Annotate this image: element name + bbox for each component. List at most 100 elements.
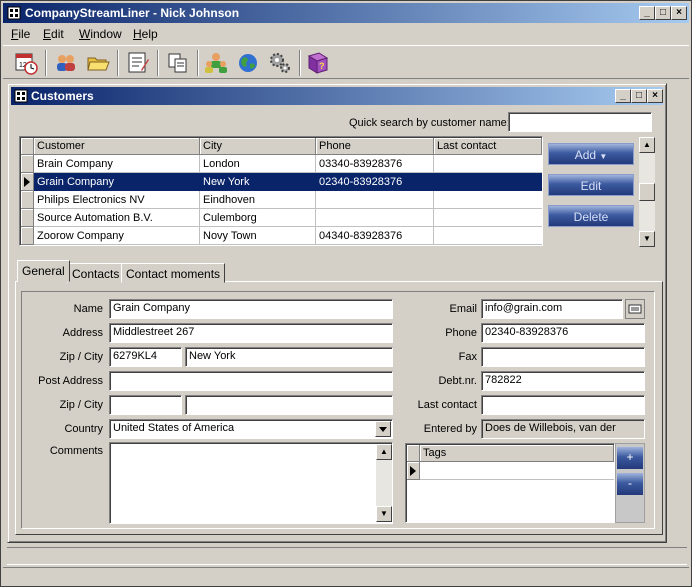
column-header-city[interactable]: City <box>200 138 316 155</box>
column-header-tags[interactable]: Tags <box>420 445 614 462</box>
menu-help[interactable]: Help <box>133 27 158 41</box>
customers-close-button[interactable]: × <box>647 89 663 103</box>
menu-window[interactable]: Window <box>79 27 122 41</box>
cell-last-contact <box>434 227 542 245</box>
cell-last-contact <box>434 209 542 227</box>
cell-customer: Grain Company <box>34 173 200 191</box>
status-bar <box>7 547 687 565</box>
tab-general[interactable]: General <box>17 260 70 282</box>
column-header-customer[interactable]: Customer <box>34 138 200 155</box>
gears-icon[interactable] <box>267 50 293 76</box>
name-field[interactable]: Grain Company <box>109 299 393 319</box>
toolbar: 12 ? <box>3 45 689 79</box>
current-row-arrow-icon <box>24 177 30 187</box>
calendar-clock-icon[interactable]: 12 <box>13 50 39 76</box>
phone-field[interactable]: 02340-83928376 <box>481 323 645 343</box>
send-email-icon[interactable] <box>625 299 645 319</box>
city-2-field[interactable] <box>185 395 393 415</box>
address-label: Address <box>62 327 103 339</box>
cell-customer: Philips Electronics NV <box>34 191 200 209</box>
remove-tag-button[interactable]: - <box>617 473 643 495</box>
tab-contact-moments[interactable]: Contact moments <box>121 263 226 283</box>
toolbar-separator <box>157 50 159 76</box>
open-folder-icon[interactable] <box>85 50 111 76</box>
last-contact-label: Last contact <box>417 399 477 411</box>
cell-city: Culemborg <box>200 209 316 227</box>
row-indicator <box>21 155 34 173</box>
last-contact-field[interactable] <box>481 395 645 415</box>
dropdown-arrow-icon[interactable] <box>375 421 391 437</box>
row-indicator-current <box>407 462 420 480</box>
menu-file[interactable]: File <box>11 27 30 41</box>
cell-customer: Source Automation B.V. <box>34 209 200 227</box>
scroll-up-arrow-icon[interactable]: ▲ <box>639 137 655 153</box>
cell-phone <box>316 209 434 227</box>
customers-grid: Customer City Phone Last contact Brain C… <box>19 136 543 246</box>
cell-tag[interactable] <box>420 462 614 480</box>
address-field[interactable]: Middlestreet 267 <box>109 323 393 343</box>
edit-button[interactable]: Edit <box>548 174 634 196</box>
row-indicator <box>21 191 34 209</box>
scroll-up-arrow-icon[interactable]: ▲ <box>376 444 392 460</box>
cell-phone: 03340-83928376 <box>316 155 434 173</box>
delete-button[interactable]: Delete <box>548 205 634 227</box>
help-book-icon[interactable]: ? <box>305 50 331 76</box>
fax-label: Fax <box>458 351 477 363</box>
country-value: United States of America <box>113 422 235 434</box>
zip-city-label: Zip / City <box>59 351 103 363</box>
customers-maximize-button[interactable]: □ <box>631 89 647 103</box>
globe-icon[interactable] <box>235 50 261 76</box>
zip-field[interactable]: 6279KL4 <box>109 347 182 367</box>
quick-search-input[interactable] <box>508 112 652 132</box>
column-header-last-contact[interactable]: Last contact <box>434 138 542 155</box>
customers-window-icon <box>14 89 28 103</box>
row-indicator <box>21 209 34 227</box>
users-icon[interactable] <box>203 50 229 76</box>
fax-field[interactable] <box>481 347 645 367</box>
tab-contacts[interactable]: Contacts <box>67 263 125 283</box>
add-button[interactable]: Add ▼ <box>548 143 634 165</box>
city-field[interactable]: New York <box>185 347 393 367</box>
scroll-down-arrow-icon[interactable]: ▼ <box>639 231 655 247</box>
country-select[interactable]: United States of America <box>109 419 393 439</box>
zip-2-field[interactable] <box>109 395 182 415</box>
contacts-icon[interactable] <box>53 50 79 76</box>
copy-documents-icon[interactable] <box>165 50 191 76</box>
post-address-field[interactable] <box>109 371 393 391</box>
comments-scrollbar[interactable]: ▲ ▼ <box>376 444 392 522</box>
country-label: Country <box>64 423 103 435</box>
chevron-down-icon: ▼ <box>599 152 608 161</box>
toolbar-separator <box>299 50 301 76</box>
bottom-bar <box>3 567 689 585</box>
maximize-button[interactable]: □ <box>655 6 671 20</box>
title-bar: CompanyStreamLiner - Nick Johnson _ □ × <box>3 3 689 23</box>
scroll-thumb[interactable] <box>639 183 655 201</box>
app-icon <box>7 6 21 20</box>
menu-edit[interactable]: Edit <box>43 27 64 41</box>
email-field[interactable]: info@grain.com <box>481 299 623 319</box>
cell-city: London <box>200 155 316 173</box>
add-tag-button[interactable]: + <box>617 447 643 469</box>
cell-last-contact <box>434 155 542 173</box>
cell-phone: 02340-83928376 <box>316 173 434 191</box>
notes-icon[interactable] <box>125 50 151 76</box>
debt-nr-field[interactable]: 782822 <box>481 371 645 391</box>
scroll-down-arrow-icon[interactable]: ▼ <box>376 506 392 522</box>
toolbar-separator <box>197 50 199 76</box>
add-button-label: Add <box>574 148 597 162</box>
customers-scrollbar[interactable]: ▲ ▼ <box>639 137 655 247</box>
customers-minimize-button[interactable]: _ <box>615 89 631 103</box>
minimize-button[interactable]: _ <box>639 6 655 20</box>
tags-grid: Tags <box>405 443 615 523</box>
svg-text:?: ? <box>319 61 325 71</box>
column-header-phone[interactable]: Phone <box>316 138 434 155</box>
row-indicator <box>21 227 34 245</box>
comments-textarea[interactable] <box>109 442 393 524</box>
cell-customer: Zoorow Company <box>34 227 200 245</box>
debt-nr-label: Debt.nr. <box>438 375 477 387</box>
cell-last-contact <box>434 173 542 191</box>
close-button[interactable]: × <box>671 6 687 20</box>
cell-city: Novy Town <box>200 227 316 245</box>
app-window: CompanyStreamLiner - Nick Johnson _ □ × … <box>0 0 692 587</box>
customers-title: Customers <box>31 89 94 103</box>
